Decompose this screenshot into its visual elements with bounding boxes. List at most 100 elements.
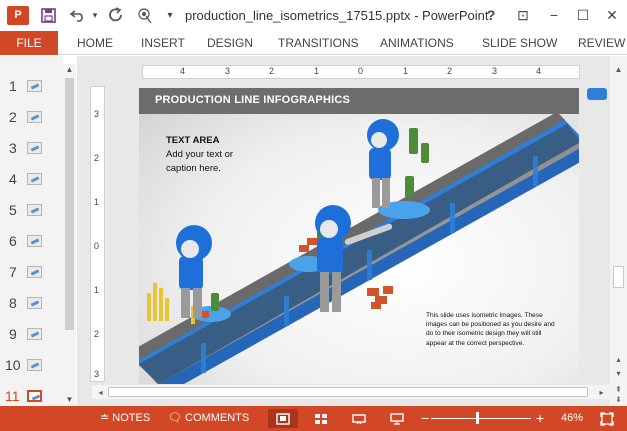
slide-thumbnail[interactable]: 4 bbox=[0, 167, 60, 191]
slide-number: 3 bbox=[9, 140, 17, 156]
slide-thumbnail-image bbox=[27, 359, 42, 371]
redo-icon[interactable] bbox=[106, 5, 126, 25]
slide-thumbnail-image bbox=[27, 390, 42, 402]
scroll-down-arrow-icon[interactable]: ▼ bbox=[63, 394, 76, 405]
scroll-thumb[interactable] bbox=[65, 78, 74, 330]
ribbon-tabs: FILE HOME INSERT DESIGN TRANSITIONS ANIM… bbox=[0, 31, 627, 55]
ruler-label: 3 bbox=[225, 66, 231, 76]
slide-show-button[interactable] bbox=[382, 409, 412, 428]
scroll-thumb[interactable] bbox=[108, 387, 588, 397]
slide-number: 10 bbox=[5, 357, 21, 373]
powerpoint-window: P ▾ ▾ production_line_isometrics_17515.p… bbox=[0, 0, 627, 431]
next-slide-icon[interactable]: ⇟ bbox=[612, 394, 625, 405]
slide-thumbnail[interactable]: 9 bbox=[0, 322, 60, 346]
reading-view-icon bbox=[352, 413, 366, 424]
notes-icon: ≐ bbox=[100, 412, 110, 424]
ruler-label: 2 bbox=[269, 66, 275, 76]
ruler-label: 4 bbox=[536, 66, 542, 76]
ruler-label: 2 bbox=[94, 153, 100, 163]
save-icon[interactable] bbox=[38, 5, 58, 25]
slide-thumbnail-image bbox=[27, 297, 42, 309]
slide-thumbnail[interactable]: 3 bbox=[0, 136, 60, 160]
slide-thumbnail-image bbox=[27, 328, 42, 340]
slide-thumbnail-image bbox=[27, 235, 42, 247]
scroll-right-arrow-icon[interactable]: ▸ bbox=[595, 387, 608, 398]
ruler-label: 1 bbox=[94, 197, 100, 207]
tab-home[interactable]: HOME bbox=[77, 31, 113, 55]
slide-thumbnail-active[interactable]: 11 bbox=[0, 384, 60, 408]
notes-label: NOTES bbox=[112, 412, 151, 424]
maximize-button[interactable]: ☐ bbox=[572, 5, 594, 25]
tab-transitions[interactable]: TRANSITIONS bbox=[278, 31, 359, 55]
text-area-body[interactable]: Add your text or caption here. bbox=[166, 148, 261, 176]
normal-view-button[interactable] bbox=[268, 409, 298, 428]
slide-number: 6 bbox=[9, 233, 17, 249]
slide-number: 4 bbox=[9, 171, 17, 187]
fit-slide-button[interactable] bbox=[594, 409, 620, 428]
text-area-heading[interactable]: TEXT AREA bbox=[166, 135, 219, 146]
undo-dropdown-icon[interactable]: ▾ bbox=[85, 5, 105, 25]
slide-canvas[interactable]: PRODUCTION LINE INFOGRAPHICS TEXT AREA A… bbox=[139, 88, 579, 384]
slide-thumbnail-image bbox=[27, 111, 42, 123]
editor-vertical-scrollbar[interactable]: ▲ ▴ ▾ ⇞ ⇟ bbox=[610, 56, 627, 406]
powerpoint-logo: P bbox=[7, 6, 29, 25]
slide-number: 11 bbox=[5, 388, 20, 404]
off-slide-object[interactable] bbox=[587, 88, 607, 100]
zoom-slider-knob[interactable] bbox=[476, 412, 479, 424]
fit-to-window-icon bbox=[600, 411, 614, 426]
vertical-ruler: 3 2 1 0 1 2 3 bbox=[90, 86, 105, 382]
slide-sorter-button[interactable] bbox=[306, 409, 336, 428]
slide-thumbnail[interactable]: 2 bbox=[0, 105, 60, 129]
minimize-button[interactable]: − bbox=[543, 5, 565, 25]
ruler-label: 0 bbox=[358, 66, 364, 76]
slide-thumbnail[interactable]: 8 bbox=[0, 291, 60, 315]
comments-label: COMMENTS bbox=[185, 412, 250, 424]
tab-design[interactable]: DESIGN bbox=[207, 31, 253, 55]
worker-figure bbox=[176, 225, 212, 318]
tab-file[interactable]: FILE bbox=[0, 31, 58, 55]
comments-button[interactable]: 🗨 COMMENTS bbox=[168, 406, 249, 431]
thumbnail-scrollbar[interactable]: ▲ ▼ bbox=[63, 64, 76, 406]
slide-thumbnail[interactable]: 7 bbox=[0, 260, 60, 284]
comment-icon: 🗨 bbox=[168, 412, 182, 424]
ruler-label: 4 bbox=[180, 66, 186, 76]
close-button[interactable]: ✕ bbox=[601, 5, 623, 25]
customize-toolbar-icon[interactable]: ▾ bbox=[160, 5, 180, 25]
slide-sorter-icon bbox=[315, 413, 327, 424]
slide-thumbnail[interactable]: 5 bbox=[0, 198, 60, 222]
ruler-label: 1 bbox=[94, 285, 100, 295]
tab-insert[interactable]: INSERT bbox=[141, 31, 185, 55]
slide-title[interactable]: PRODUCTION LINE INFOGRAPHICS bbox=[155, 94, 350, 106]
slide-thumbnail-image bbox=[27, 142, 42, 154]
slide-thumbnail-image bbox=[27, 173, 42, 185]
scroll-thumb[interactable] bbox=[613, 266, 624, 288]
notes-button[interactable]: ≐ NOTES bbox=[100, 406, 150, 431]
slide-thumbnail[interactable]: 10 bbox=[0, 353, 60, 377]
tab-animations[interactable]: ANIMATIONS bbox=[380, 31, 454, 55]
slide-thumbnail[interactable]: 1 bbox=[0, 74, 60, 98]
normal-view-icon bbox=[276, 412, 290, 425]
zoom-in-button[interactable]: + bbox=[536, 406, 544, 431]
scroll-down-arrow-icon[interactable]: ▾ bbox=[612, 368, 625, 379]
editor-horizontal-scrollbar[interactable]: ◂ ▸ bbox=[92, 385, 610, 399]
scroll-up-arrow-icon[interactable]: ▴ bbox=[612, 354, 625, 365]
scroll-up-arrow-icon[interactable]: ▲ bbox=[612, 64, 625, 75]
help-button[interactable]: ? bbox=[480, 5, 502, 25]
slide-thumbnail-image bbox=[27, 204, 42, 216]
slide-thumbnail-image bbox=[27, 266, 42, 278]
scroll-up-arrow-icon[interactable]: ▲ bbox=[63, 64, 76, 75]
zoom-level[interactable]: 46% bbox=[561, 406, 583, 431]
scroll-left-arrow-icon[interactable]: ◂ bbox=[94, 387, 107, 398]
tab-review[interactable]: REVIEW bbox=[578, 31, 625, 55]
ruler-label: 3 bbox=[94, 109, 100, 119]
tab-slide-show[interactable]: SLIDE SHOW bbox=[482, 31, 557, 55]
document-title: production_line_isometrics_17515.pptx - … bbox=[185, 8, 489, 23]
zoom-out-button[interactable]: − bbox=[421, 406, 429, 431]
zoom-slider[interactable] bbox=[431, 418, 531, 419]
reading-view-button[interactable] bbox=[344, 409, 374, 428]
slide-thumbnail[interactable]: 6 bbox=[0, 229, 60, 253]
title-bar: P ▾ ▾ production_line_isometrics_17515.p… bbox=[0, 0, 627, 31]
slide-note-text[interactable]: This slide uses isometric images. These … bbox=[426, 311, 556, 348]
ribbon-display-button[interactable]: ⊡ bbox=[512, 5, 534, 25]
touch-mode-icon[interactable] bbox=[135, 5, 155, 25]
